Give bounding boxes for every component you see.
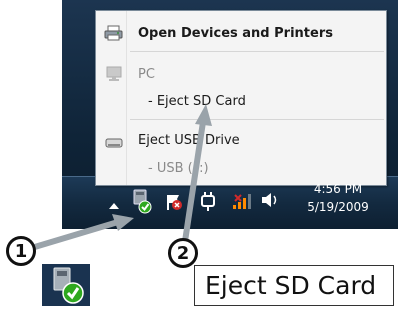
eject-sd-card-zoom-label: Eject SD Card (194, 265, 394, 306)
zoom-label-text: Eject SD Card (205, 271, 377, 300)
arrow-head-icon (195, 104, 212, 126)
arrow-head-icon (112, 214, 134, 231)
callout-badge-2: 2 (168, 238, 198, 268)
callout-arrow-1 (27, 219, 119, 252)
callout-badge-1: 1 (6, 236, 36, 266)
safely-remove-hardware-zoom-icon (40, 262, 92, 308)
callout-arrow-2 (181, 121, 206, 249)
